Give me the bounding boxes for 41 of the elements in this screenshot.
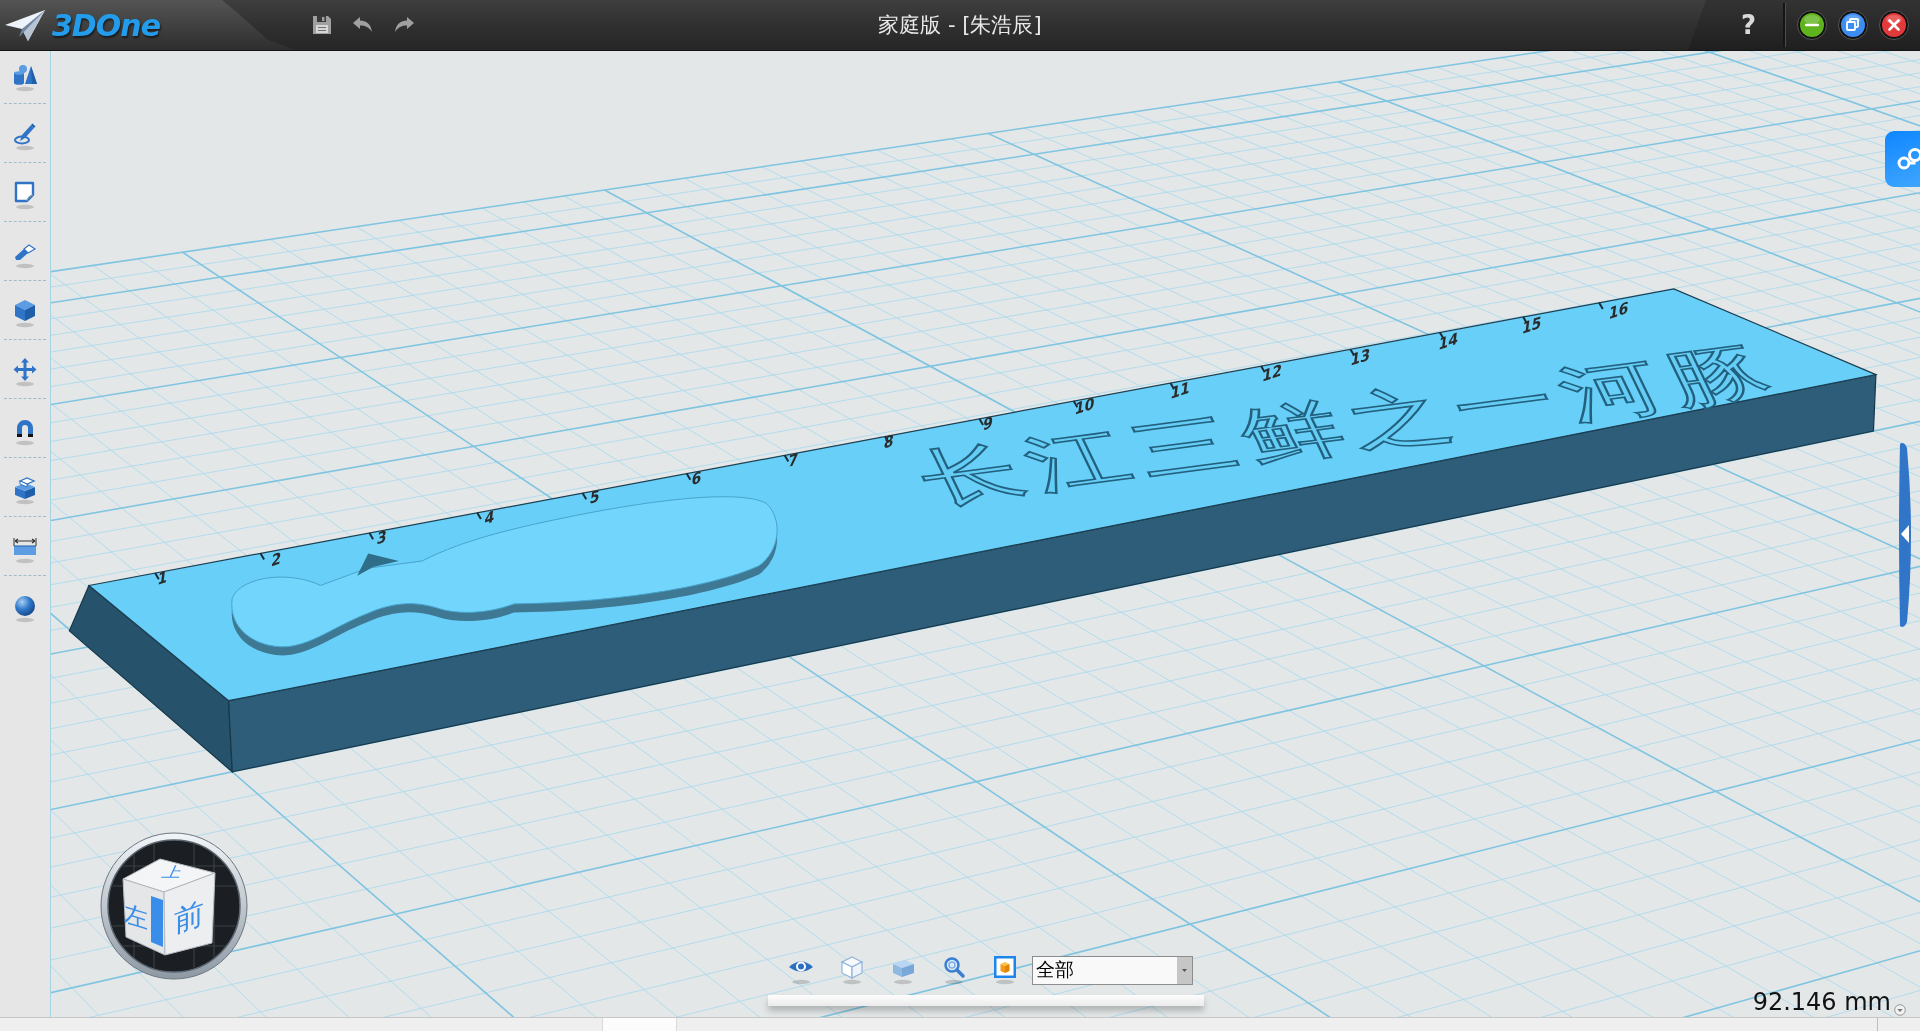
paper-plane-icon <box>4 8 46 42</box>
ruler-number: 10 <box>1073 394 1096 420</box>
save-icon[interactable] <box>310 13 334 37</box>
magnifier-icon[interactable] <box>941 955 967 985</box>
measurement-readout: 92.146 mm <box>1752 988 1891 1016</box>
ruler-number: 8 <box>882 431 895 453</box>
dropdown-icon[interactable] <box>1894 1004 1906 1016</box>
ruler-number: 11 <box>1169 378 1192 404</box>
help-button[interactable]: ? <box>1740 10 1756 40</box>
move-arrows-icon[interactable] <box>12 357 38 387</box>
shapes-icon[interactable] <box>12 62 38 92</box>
ruler-number: 16 <box>1607 298 1630 324</box>
ruler-number: 3 <box>375 526 388 549</box>
ruler-number: 15 <box>1520 313 1543 339</box>
minimize-icon[interactable] <box>1797 10 1827 40</box>
close-icon[interactable] <box>1879 10 1909 40</box>
logo-text: 3DOne <box>52 7 160 43</box>
ruler-number: 1 <box>156 567 169 590</box>
restore-icon[interactable] <box>1838 10 1868 40</box>
link-icon <box>1897 146 1920 172</box>
left-arrow-icon <box>1901 525 1909 543</box>
ruler-number: 4 <box>483 507 496 529</box>
sphere-icon[interactable] <box>12 593 38 623</box>
ruler-number: 9 <box>981 412 994 435</box>
cube-icon[interactable] <box>12 298 38 328</box>
caret-icon <box>1177 956 1192 984</box>
viewport-canvas[interactable]: 长江三鲜之一河豚 1 2 3 4 5 6 7 8 9 10 11 12 13 14 15 16 上 左 前 全部 92.146 mm <box>51 51 1920 1017</box>
ruler-number: 5 <box>588 486 601 509</box>
ruler-number: 14 <box>1437 329 1460 355</box>
stacked-box-icon[interactable] <box>12 475 38 505</box>
scrollbar-thumb[interactable] <box>602 1018 677 1031</box>
ruler-number: 6 <box>690 467 703 490</box>
ruler-number: 2 <box>270 548 283 571</box>
filter-dropdown[interactable]: 全部 <box>1032 955 1193 985</box>
window-title: 家庭版 - [朱浩辰] <box>878 12 1042 39</box>
framed-cube-icon[interactable] <box>992 955 1018 985</box>
ruler-number: 12 <box>1261 360 1283 386</box>
ruler-number: 7 <box>787 449 800 472</box>
ruler-number: 13 <box>1349 344 1372 370</box>
pencil-icon[interactable] <box>12 121 38 151</box>
link-tab[interactable] <box>1885 131 1920 187</box>
